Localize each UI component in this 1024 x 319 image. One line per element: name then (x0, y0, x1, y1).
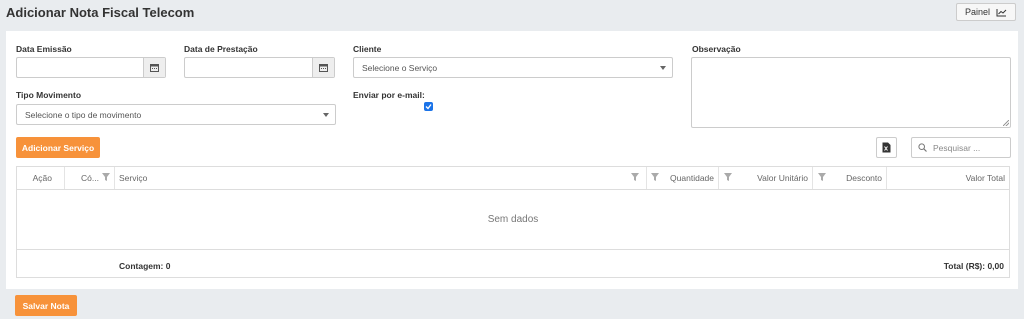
chart-line-icon (996, 8, 1007, 16)
column-desconto[interactable]: Desconto (813, 167, 887, 189)
column-codigo[interactable]: Có... (65, 167, 115, 189)
column-desconto-label: Desconto (846, 173, 882, 183)
search-icon (918, 143, 927, 152)
cliente-label: Cliente (353, 44, 382, 54)
enviar-email-label: Enviar por e-mail: (353, 90, 425, 100)
calendar-button[interactable] (312, 58, 334, 77)
empty-state: Sem dados (17, 189, 1009, 250)
filter-icon[interactable] (102, 173, 110, 181)
data-prestacao-field[interactable] (184, 57, 335, 78)
page-title: Adicionar Nota Fiscal Telecom (6, 5, 195, 20)
column-servico-label: Serviço (119, 173, 148, 183)
column-valor-total[interactable]: Valor Total (887, 167, 1009, 189)
add-service-button[interactable]: Adicionar Serviço (16, 137, 100, 158)
form-card: Data Emissão Data de Prestação Cliente S… (6, 31, 1018, 289)
filter-icon[interactable] (631, 173, 639, 181)
tipo-movimento-select[interactable]: Selecione o tipo de movimento (16, 104, 336, 125)
data-emissao-field[interactable] (16, 57, 166, 78)
excel-icon (882, 142, 891, 153)
tipo-movimento-placeholder: Selecione o tipo de movimento (25, 109, 142, 120)
search-placeholder: Pesquisar ... (933, 142, 981, 153)
observacao-textarea[interactable] (691, 57, 1011, 128)
filter-icon[interactable] (818, 173, 826, 181)
chevron-down-icon (660, 66, 666, 70)
grid-header: Ação Có... Serviço Quantidade Valor Unit… (17, 167, 1009, 190)
enviar-email-checkbox[interactable] (424, 102, 433, 111)
observacao-label: Observação (692, 44, 741, 54)
resize-handle-icon[interactable] (1003, 120, 1009, 126)
filter-icon[interactable] (651, 173, 659, 181)
calendar-button[interactable] (143, 58, 165, 77)
chevron-down-icon (323, 113, 329, 117)
column-valor-unitario-label: Valor Unitário (757, 173, 808, 183)
export-excel-button[interactable] (876, 137, 897, 158)
count-summary: Contagem: 0 (119, 261, 171, 271)
column-codigo-label: Có... (81, 173, 99, 183)
cliente-select[interactable]: Selecione o Serviço (353, 57, 673, 78)
total-summary: Total (R$): 0,00 (943, 261, 1004, 271)
column-valor-total-label: Valor Total (965, 173, 1005, 183)
tipo-movimento-label: Tipo Movimento (16, 90, 82, 100)
column-servico[interactable]: Serviço (115, 167, 647, 189)
calendar-icon (319, 64, 328, 72)
column-valor-unitario[interactable]: Valor Unitário (719, 167, 813, 189)
cliente-placeholder: Selecione o Serviço (362, 62, 438, 73)
check-icon (425, 104, 432, 110)
search-input[interactable]: Pesquisar ... (911, 137, 1011, 158)
services-grid: Ação Có... Serviço Quantidade Valor Unit… (16, 166, 1010, 278)
data-emissao-label: Data Emissão (16, 44, 72, 54)
filter-icon[interactable] (724, 173, 732, 181)
painel-button[interactable]: Painel (955, 3, 1016, 21)
painel-label: Painel (964, 7, 990, 17)
column-quantidade-label: Quantidade (670, 173, 714, 183)
column-quantidade[interactable]: Quantidade (647, 167, 719, 189)
column-acao-label: Ação (32, 173, 52, 183)
data-prestacao-label: Data de Prestação (184, 44, 258, 54)
save-note-button[interactable]: Salvar Nota (15, 295, 77, 316)
calendar-icon (150, 64, 159, 72)
column-acao[interactable]: Ação (17, 167, 65, 189)
